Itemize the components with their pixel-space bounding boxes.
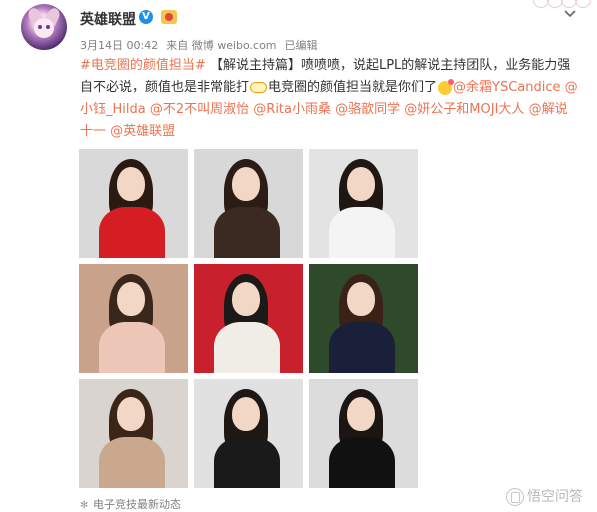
verified-icon: V — [139, 10, 153, 24]
avatar[interactable] — [21, 4, 67, 50]
mention-link[interactable]: @妍公子和MOJI大人 — [404, 102, 524, 117]
post-text-title: 【解说主持篇】 — [209, 58, 301, 73]
mention-link[interactable]: @余霜YSCandice — [453, 80, 561, 95]
photo-red-dress[interactable] — [79, 149, 188, 258]
post-source: 来自 微博 weibo.com — [166, 39, 277, 52]
topic-icon: ✻ — [80, 500, 89, 511]
glasses-emoji-icon — [250, 82, 268, 93]
mention-link[interactable]: @不2不叫周淑怡 — [150, 102, 249, 117]
mention-link[interactable]: @Rita小雨桑 — [253, 102, 331, 117]
chevron-down-icon[interactable] — [563, 6, 577, 20]
mention-link[interactable]: @骆歆同学 — [335, 102, 400, 117]
username[interactable]: 英雄联盟 — [80, 9, 136, 29]
topic-footer[interactable]: ✻ 电子竞技最新动态 — [80, 496, 181, 512]
post-body: #电竞圈的颜值担当# 【解说主持篇】喷喷喷，说起LPL的解说主持团队，业务能力强… — [80, 55, 580, 143]
photo-smile-flower[interactable] — [194, 149, 303, 258]
watermark-text: 悟空问答 — [527, 489, 583, 505]
post-timestamp[interactable]: 3月14日 00:42 — [80, 39, 158, 52]
post-meta: 3月14日 00:42 来自 微博 weibo.com 已编辑 — [80, 37, 326, 53]
photo-white-sweater[interactable] — [309, 149, 418, 258]
hashtag-link[interactable]: #电竞圈的颜值担当# — [80, 58, 206, 73]
member-badge-icon — [161, 10, 177, 24]
wukong-logo-icon — [506, 488, 524, 506]
photo-black-ruffle[interactable] — [309, 379, 418, 488]
photo-green-leaves[interactable] — [309, 264, 418, 373]
edited-label: 已编辑 — [284, 39, 318, 52]
watermark: 悟空问答 — [506, 486, 583, 506]
photo-black-pink-dress[interactable] — [194, 379, 303, 488]
mention-link[interactable]: @英雄联盟 — [110, 124, 175, 139]
photo-beige-top[interactable] — [79, 379, 188, 488]
photo-grid — [79, 149, 419, 489]
kiss-emoji-icon — [438, 78, 455, 95]
topic-label[interactable]: 电子竞技最新动态 — [93, 498, 181, 511]
post-text-ending: 电竞圈的颜值担当就是你们了 — [268, 80, 438, 95]
photo-warm-room[interactable] — [79, 264, 188, 373]
photo-red-background[interactable] — [194, 264, 303, 373]
